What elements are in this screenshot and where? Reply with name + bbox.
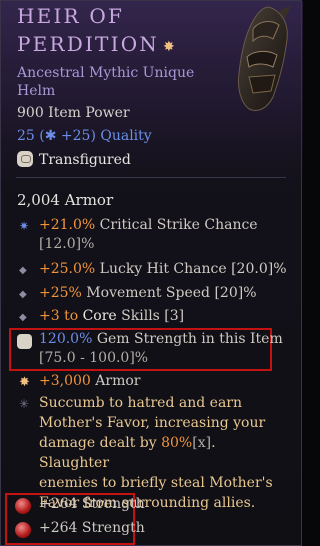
item-name-line1: HEIR OF bbox=[17, 4, 125, 28]
affix-movement-speed: +25% Movement Speed [20]% bbox=[39, 285, 257, 301]
unique-power-icon: ✳ bbox=[19, 397, 30, 411]
item-power: 900 Item Power bbox=[17, 105, 130, 121]
unique-text: damage dealt by bbox=[39, 435, 162, 451]
affix-lucky-hit: +25.0% Lucky Hit Chance [20.0]% bbox=[39, 261, 287, 277]
item-type-line1: Ancestral Mythic Unique bbox=[17, 65, 195, 81]
unique-value: 80% bbox=[161, 435, 193, 451]
unique-range: [x] bbox=[192, 435, 212, 451]
affix-label: Lucky Hit Chance [20.0]% bbox=[95, 261, 287, 277]
ruby-gem-icon bbox=[15, 522, 31, 538]
transfigured-label: Transfigured bbox=[17, 151, 131, 168]
affix-value: +21.0% bbox=[39, 217, 96, 233]
affix-label: Movement Speed [20]% bbox=[81, 285, 257, 301]
item-quality: 25 (✱ +25) Quality bbox=[17, 128, 152, 144]
affix-bullet-icon: ◆ bbox=[19, 265, 27, 276]
helm-icon bbox=[238, 5, 291, 111]
transfigured-text: Transfigured bbox=[39, 152, 131, 168]
item-name-text: PERDITION bbox=[17, 32, 159, 56]
divider bbox=[16, 177, 286, 178]
affix-bullet-icon: ◆ bbox=[19, 312, 27, 323]
unique-line: Succumb to hatred and earn bbox=[39, 395, 242, 411]
affix-keyword: Core bbox=[82, 308, 117, 324]
socket-strength: +264 Strength bbox=[39, 520, 145, 536]
unique-line: enemies to briefly steal Mother's bbox=[39, 475, 273, 491]
unique-line: Mother's Favor, increasing your bbox=[39, 415, 266, 431]
affix-tail: Skills [3] bbox=[116, 308, 185, 324]
ruby-gem-icon bbox=[15, 498, 31, 514]
item-tooltip: HEIR OF PERDITION ✸ Ancestral Mythic Uniq… bbox=[0, 0, 303, 546]
affix-armor: +3,000 Armor bbox=[39, 373, 140, 389]
affix-label: Armor bbox=[90, 373, 141, 389]
affix-gem-strength: 120.0% Gem Strength in this Item bbox=[39, 331, 283, 347]
affix-crit-chance: +21.0% Critical Strike Chance bbox=[39, 217, 258, 233]
affix-core-skills: +3 to Core Skills [3] bbox=[39, 308, 184, 324]
affix-value: +25.0% bbox=[39, 261, 96, 277]
affix-value: +3 to bbox=[39, 308, 83, 324]
gem-icon bbox=[17, 334, 32, 349]
mythic-star-icon: ✸ bbox=[163, 39, 175, 55]
mythic-star-icon: ✸ bbox=[19, 375, 30, 390]
item-type-line2: Helm bbox=[17, 83, 56, 99]
transfigured-icon bbox=[17, 151, 33, 167]
affix-label: Gem Strength in this Item bbox=[92, 331, 283, 347]
affix-label: Critical Strike Chance bbox=[95, 217, 258, 233]
greater-affix-icon: ✷ bbox=[19, 219, 30, 233]
affix-value: +3,000 bbox=[39, 373, 91, 389]
item-name-line2: PERDITION ✸ bbox=[17, 34, 237, 57]
affix-value: 120.0% bbox=[39, 331, 93, 347]
affix-range: [12.0]% bbox=[39, 236, 95, 252]
unique-line: damage dealt by 80%[x]. Slaughter bbox=[39, 433, 289, 473]
socket-strength: +264 Strength bbox=[39, 496, 145, 512]
affix-value: +25% bbox=[39, 285, 82, 301]
base-armor: 2,004 Armor bbox=[17, 191, 114, 209]
affix-bullet-icon: ◆ bbox=[19, 289, 27, 300]
affix-range: [75.0 - 100.0]% bbox=[39, 350, 149, 366]
